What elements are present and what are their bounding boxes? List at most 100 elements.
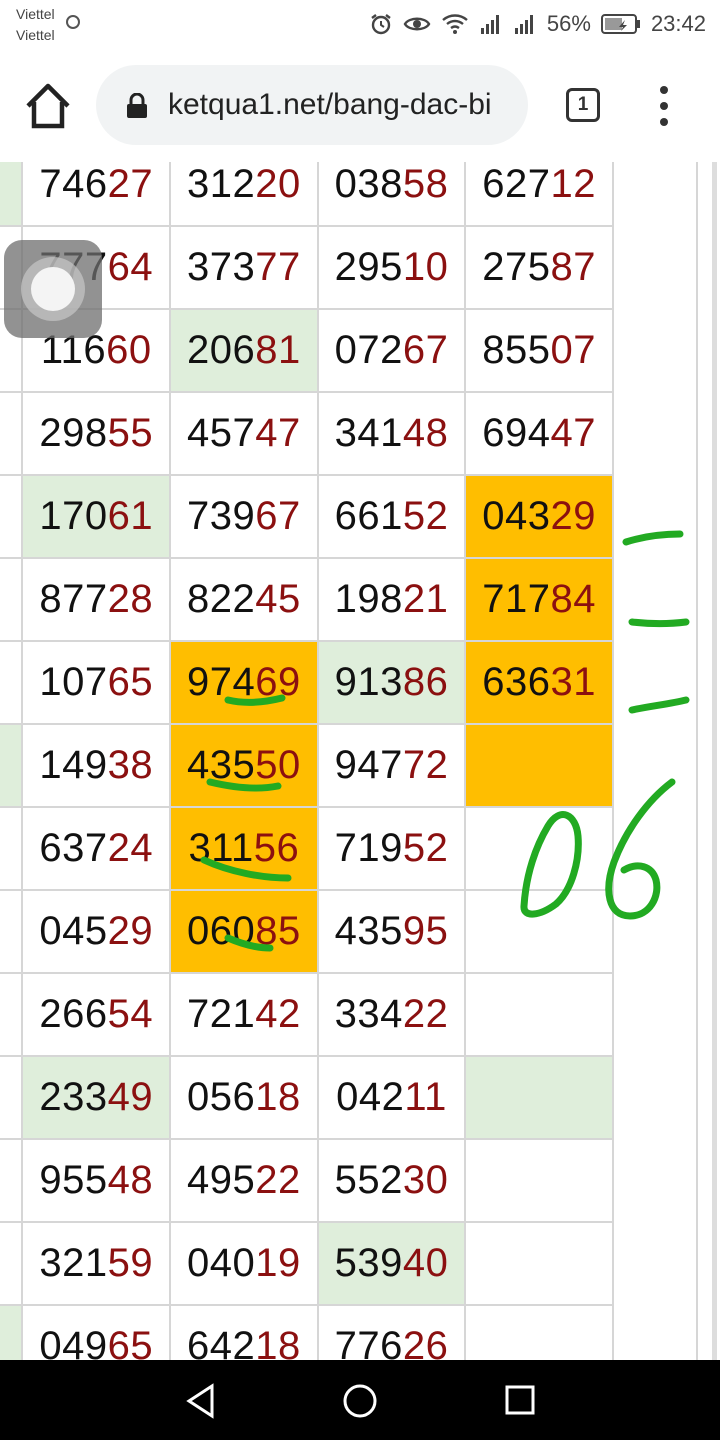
cell-prefix-digits: 746 xyxy=(39,162,108,206)
table-cell: 10765 xyxy=(21,640,172,725)
cell-last-two-digits: 42 xyxy=(255,992,301,1036)
home-button[interactable] xyxy=(22,82,74,130)
cell-last-two-digits: 40 xyxy=(402,1241,449,1285)
cell-prefix-digits: 877 xyxy=(39,577,108,621)
table-cell: 97 xyxy=(0,1304,24,1360)
status-icons: 56% 23:42 xyxy=(369,10,706,38)
cell-prefix-digits: 311 xyxy=(188,826,254,870)
cell-last-two-digits: 30 xyxy=(402,1158,449,1202)
cell-prefix-digits: 739 xyxy=(187,494,256,538)
cell-last-two-digits: 67 xyxy=(255,494,301,538)
cell-prefix-digits: 719 xyxy=(334,826,403,870)
signal-2-icon xyxy=(514,15,533,34)
cell-last-two-digits: 72 xyxy=(402,743,449,787)
table-cell: 23349 xyxy=(21,1055,172,1140)
cell-prefix-digits: 341 xyxy=(334,411,403,455)
table-cell: 43595 xyxy=(316,889,467,974)
table-cell: 53940 xyxy=(316,1221,467,1306)
cell-prefix-digits: 170 xyxy=(39,494,108,538)
table-cell: 06085 xyxy=(169,889,319,974)
table-cell: 27587 xyxy=(464,225,614,310)
clock: 23:42 xyxy=(650,11,706,36)
table-cell: 72142 xyxy=(169,972,319,1057)
table-cell: 73967 xyxy=(169,474,319,559)
carrier-label-2: Viettel xyxy=(16,27,55,43)
assistive-touch-button[interactable] xyxy=(4,240,102,338)
cell-prefix-digits: 717 xyxy=(482,577,551,621)
table-cell: 14938 xyxy=(21,723,172,808)
cell-last-two-digits: 59 xyxy=(107,1241,154,1285)
scrollbar-thumb[interactable] xyxy=(712,162,717,1360)
cell-prefix-digits: 661 xyxy=(334,494,403,538)
home-icon xyxy=(26,83,70,129)
table-cell: 41 xyxy=(0,391,24,476)
cell-prefix-digits: 233 xyxy=(39,1075,108,1119)
table-cell: 82245 xyxy=(169,557,319,642)
cell-prefix-digits: 056 xyxy=(187,1075,256,1119)
alarm-icon xyxy=(371,14,391,35)
cell-last-two-digits: 47 xyxy=(550,411,597,455)
table-cell: 20681 xyxy=(169,308,319,393)
table-cell: 17061 xyxy=(21,474,172,559)
cell-last-two-digits: 11 xyxy=(404,1075,447,1119)
table-cell: 34148 xyxy=(316,391,467,476)
table-cell: 91386 xyxy=(316,640,467,725)
recents-square-icon[interactable] xyxy=(504,1384,536,1416)
table-cell: 26654 xyxy=(21,972,172,1057)
cell-last-two-digits: 19 xyxy=(255,1241,301,1285)
home-circle-icon[interactable] xyxy=(342,1383,378,1419)
table-cell: 63631 xyxy=(464,640,614,725)
table-cell: 05618 xyxy=(169,1055,319,1140)
table-cell: 03858 xyxy=(316,162,467,227)
menu-dot-icon xyxy=(660,102,668,110)
cell-last-two-digits: 12 xyxy=(550,162,597,206)
overflow-menu-button[interactable] xyxy=(652,86,676,126)
cell-prefix-digits: 721 xyxy=(187,992,256,1036)
table-cell: 69447 xyxy=(464,391,614,476)
table-cell: 53 xyxy=(0,1221,24,1306)
table-cell: 43550 xyxy=(169,723,319,808)
cell-last-two-digits: 87 xyxy=(550,245,597,289)
table-cell: 67 xyxy=(0,557,24,642)
table-cell: 94772 xyxy=(316,723,467,808)
cell-last-two-digits: 38 xyxy=(107,743,154,787)
tab-switcher-button[interactable]: 1 xyxy=(566,88,600,122)
cell-prefix-digits: 955 xyxy=(39,1158,108,1202)
table-cell: 71952 xyxy=(316,806,467,891)
cell-last-two-digits: 29 xyxy=(550,494,597,538)
lock-icon xyxy=(127,93,147,118)
cell-last-two-digits: 85 xyxy=(255,909,301,953)
cell-last-two-digits: 29 xyxy=(107,909,154,953)
cell-prefix-digits: 495 xyxy=(187,1158,256,1202)
table-cell: 62712 xyxy=(464,162,614,227)
special-prize-table: 8174627312200385862712247776437377295102… xyxy=(0,162,614,1360)
table-cell: 85507 xyxy=(464,308,614,393)
cell-last-two-digits: 45 xyxy=(255,577,301,621)
results-table-viewport[interactable]: 8174627312200385862712247776437377295102… xyxy=(0,162,720,1360)
cell-last-two-digits: 52 xyxy=(402,826,449,870)
cell-last-two-digits: 47 xyxy=(255,411,301,455)
table-cell: 87728 xyxy=(21,557,172,642)
table-cell: 19821 xyxy=(316,557,467,642)
table-row: 8174627312200385862712 xyxy=(0,162,614,227)
table-row: 51637243115671952 xyxy=(0,806,614,891)
table-row: 53321590401953940 xyxy=(0,1221,614,1306)
cell-last-two-digits: 54 xyxy=(107,992,154,1036)
cell-last-two-digits: 55 xyxy=(107,411,154,455)
table-cell: 97469 xyxy=(169,640,319,725)
cell-prefix-digits: 642 xyxy=(187,1324,256,1360)
cell-last-two-digits: 50 xyxy=(255,743,301,787)
table-cell: 77626 xyxy=(316,1304,467,1360)
cell-last-two-digits: 56 xyxy=(253,826,300,870)
table-row: 6787728822451982171784 xyxy=(0,557,614,642)
back-icon[interactable] xyxy=(184,1383,218,1419)
menu-dot-icon xyxy=(660,118,668,126)
cell-last-two-digits: 61 xyxy=(107,494,154,538)
cell-prefix-digits: 042 xyxy=(336,1075,405,1119)
url-text: ketqua1.net/bang-dac-bi xyxy=(168,88,492,121)
table-cell: 07267 xyxy=(316,308,467,393)
address-bar[interactable]: ketqua1.net/bang-dac-bi xyxy=(96,65,528,145)
browser-toolbar: ketqua1.net/bang-dac-bi 1 xyxy=(0,50,720,162)
table-cell: 29855 xyxy=(21,391,172,476)
cell-last-two-digits: 65 xyxy=(107,660,154,704)
